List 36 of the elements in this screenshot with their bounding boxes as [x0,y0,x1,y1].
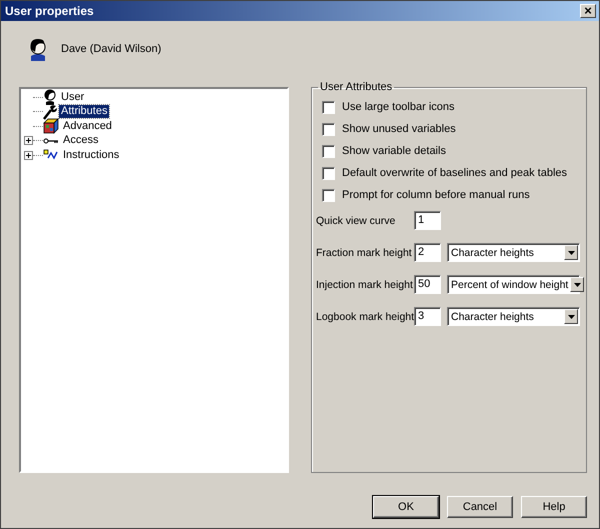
checkbox[interactable] [322,144,335,158]
tree-item[interactable]: Access [61,134,100,148]
input-field[interactable]: 50 [414,275,441,294]
checkbox[interactable] [322,100,335,114]
unit-dropdown[interactable]: Character heights [447,243,580,262]
field-label: Quick view curve [316,214,396,226]
tree-item[interactable]: Attributes [59,105,110,118]
group-title: User Attributes [319,81,394,93]
wrench-icon [43,104,57,120]
expand-toggle[interactable] [24,136,33,146]
input-field[interactable]: 1 [414,211,441,230]
tree-item[interactable]: Instructions [61,148,122,162]
checkbox-label[interactable]: Default overwrite of baselines and peak tables [342,167,568,179]
field-label: Fraction mark height [316,246,413,258]
tree-item[interactable]: Advanced [61,120,114,133]
dialog-button[interactable]: Cancel [447,496,513,518]
unit-dropdown[interactable]: Character heights [447,307,580,326]
checkbox[interactable] [322,188,335,202]
dialog-button[interactable]: OK [373,496,439,518]
field-label: Logbook mark height [316,310,414,322]
cube-icon [43,118,59,134]
field-label: Injection mark height [316,278,414,290]
tree-item[interactable]: User [59,90,86,104]
checkbox[interactable] [322,166,335,180]
dialog-button[interactable]: Help [521,496,587,518]
input-field[interactable]: 2 [414,243,441,262]
checkbox-label[interactable]: Use large toolbar icons [342,101,455,113]
window-title: User properties [5,4,94,18]
checkbox-label[interactable]: Show unused variables [342,123,456,135]
checkbox-label[interactable]: Show variable details [342,145,446,157]
close-button[interactable]: × [580,4,596,18]
input-field[interactable]: 3 [414,307,441,326]
expand-toggle[interactable] [24,150,33,160]
checkbox-label[interactable]: Prompt for column before manual runs [342,189,530,201]
checkbox[interactable] [322,122,335,136]
user-name: Dave (David Wilson) [61,43,162,55]
